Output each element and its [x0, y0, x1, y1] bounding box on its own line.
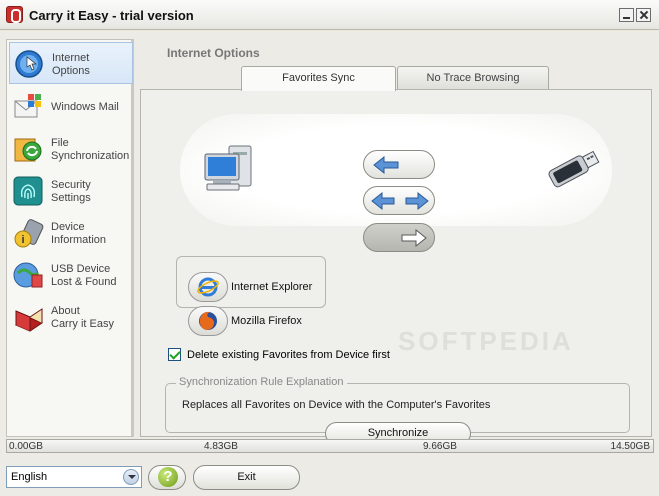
delete-favorites-label: Delete existing Favorites from Device fi…: [187, 348, 390, 361]
sidebar-item-about[interactable]: About Carry it Easy: [9, 296, 133, 338]
language-value: English: [11, 471, 48, 483]
lost-found-icon: [13, 262, 43, 288]
firefox-icon: [199, 311, 217, 330]
firefox-select-button[interactable]: [188, 306, 228, 336]
security-fingerprint-icon: [13, 176, 43, 206]
firefox-label: Mozilla Firefox: [231, 315, 302, 327]
capacity-label-1: 4.83GB: [204, 441, 238, 452]
sidebar-item-file-synchronization[interactable]: File Synchronization: [9, 128, 133, 170]
sidebar-item-label: About Carry it Easy: [51, 305, 114, 330]
capacity-bar: 0.00GB 4.83GB 9.66GB 14.50GB: [6, 439, 654, 453]
tab-favorites-sync[interactable]: Favorites Sync: [241, 66, 396, 91]
watermark: SOFTPEDIA: [398, 326, 574, 356]
internet-explorer-icon: [197, 277, 219, 297]
browser-option-firefox[interactable]: Mozilla Firefox: [188, 306, 302, 336]
language-select[interactable]: English: [6, 466, 142, 488]
sidebar-item-label: Security Settings: [51, 179, 91, 204]
ie-select-button[interactable]: [188, 272, 228, 302]
arrow-left-icon: [373, 155, 399, 175]
close-button[interactable]: [636, 8, 651, 22]
usb-drive-icon: [548, 150, 600, 188]
section-title: Internet Options: [167, 46, 260, 60]
windows-mail-icon: [14, 94, 41, 118]
sidebar-item-security-settings[interactable]: Security Settings: [9, 170, 133, 212]
exit-button[interactable]: Exit: [193, 465, 300, 490]
arrow-right-icon: [401, 228, 427, 248]
device-info-icon: i: [14, 219, 44, 248]
app-logo-icon: [6, 6, 23, 23]
delete-favorites-checkbox[interactable]: [168, 348, 181, 361]
computer-icon: [204, 145, 252, 191]
sync-both-button[interactable]: [363, 186, 435, 215]
browser-option-ie[interactable]: Internet Explorer: [188, 272, 313, 302]
minimize-button[interactable]: [619, 8, 634, 22]
help-button[interactable]: ?: [148, 465, 186, 490]
about-book-icon: [14, 308, 44, 332]
sidebar-item-windows-mail[interactable]: Windows Mail: [9, 86, 133, 128]
sidebar-item-label: USB Device Lost & Found: [51, 263, 117, 288]
sync-to-device-button[interactable]: [363, 223, 435, 252]
chevron-down-icon[interactable]: [123, 469, 139, 485]
internet-options-icon: [15, 50, 43, 78]
svg-text:i: i: [21, 234, 24, 246]
sidebar: Internet Options Windows Mail File Synch…: [6, 39, 134, 437]
arrow-both-icon: [371, 191, 429, 211]
sidebar-item-label: Internet Options: [52, 52, 90, 77]
title-bar: Carry it Easy - trial version: [0, 0, 659, 30]
favorites-sync-panel: Internet Explorer Mozilla Firefox SOFTPE…: [140, 89, 652, 445]
window-title: Carry it Easy - trial version: [29, 8, 194, 23]
capacity-label-min: 0.00GB: [9, 441, 43, 452]
sidebar-item-label: Device Information: [51, 221, 107, 246]
app-body: Internet Options Windows Mail File Synch…: [0, 31, 659, 496]
capacity-label-2: 9.66GB: [423, 441, 457, 452]
sync-to-computer-button[interactable]: [363, 150, 435, 179]
sidebar-item-internet-options[interactable]: Internet Options: [9, 42, 133, 84]
delete-favorites-option[interactable]: Delete existing Favorites from Device fi…: [168, 348, 390, 361]
ie-label: Internet Explorer: [231, 281, 313, 293]
sidebar-item-device-information[interactable]: i Device Information: [9, 212, 133, 254]
sidebar-item-usb-lost-found[interactable]: USB Device Lost & Found: [9, 254, 133, 296]
sync-rule-legend: Synchronization Rule Explanation: [176, 376, 347, 388]
sidebar-item-label: File Synchronization: [51, 137, 130, 162]
file-sync-icon: [14, 138, 42, 162]
tab-no-trace-browsing[interactable]: No Trace Browsing: [397, 66, 549, 89]
help-icon: ?: [158, 467, 178, 487]
sync-rule-text: Replaces all Favorites on Device with th…: [182, 399, 491, 411]
sidebar-item-label: Windows Mail: [51, 101, 119, 113]
capacity-label-max: 14.50GB: [610, 441, 650, 452]
